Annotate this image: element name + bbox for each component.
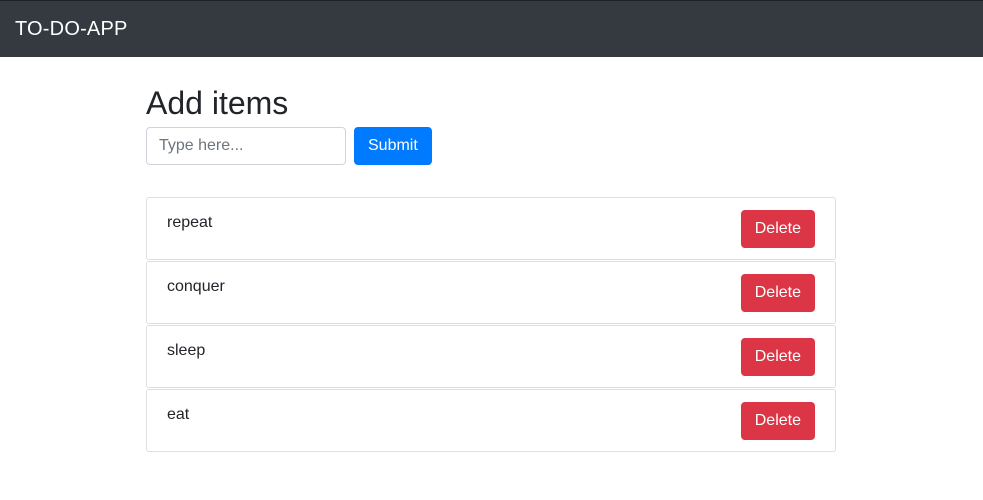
add-item-form: Submit <box>146 127 836 165</box>
delete-button[interactable]: Delete <box>740 402 815 440</box>
delete-button[interactable]: Delete <box>740 274 815 312</box>
delete-button[interactable]: Delete <box>740 210 815 248</box>
delete-button[interactable]: Delete <box>740 338 815 376</box>
navbar: TO-DO-APP <box>0 0 983 57</box>
main-container: Add items Submit repeat Delete conquer D… <box>146 57 836 453</box>
todo-item: repeat Delete <box>146 197 836 260</box>
new-item-input[interactable] <box>146 127 346 165</box>
todo-item: sleep Delete <box>146 325 836 388</box>
page-title: Add items <box>146 85 289 121</box>
todo-item: conquer Delete <box>146 261 836 324</box>
todo-item: eat Delete <box>146 389 836 452</box>
todo-item-text: eat <box>167 406 190 423</box>
todo-item-text: sleep <box>167 342 206 359</box>
app-brand[interactable]: TO-DO-APP <box>15 18 128 41</box>
todo-item-text: repeat <box>167 214 213 231</box>
todo-list: repeat Delete conquer Delete sleep Delet… <box>146 197 836 452</box>
submit-button[interactable]: Submit <box>354 127 432 165</box>
todo-item-text: conquer <box>167 278 225 295</box>
